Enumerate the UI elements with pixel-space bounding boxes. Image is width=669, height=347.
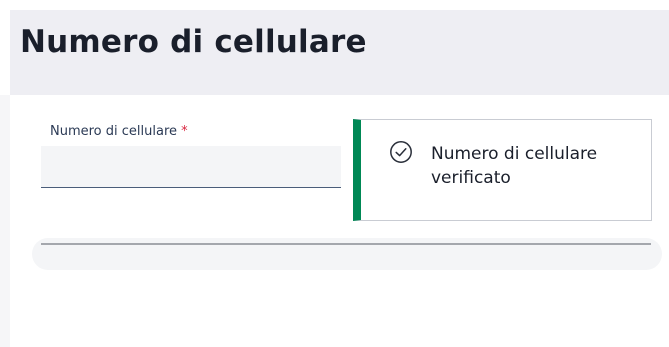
- left-margin: [0, 95, 10, 347]
- notice-message: Numero di cellulare verificato: [431, 144, 598, 188]
- phone-number-input[interactable]: [41, 146, 341, 188]
- verification-notice: Numero di cellulare verificato: [353, 119, 652, 221]
- phone-field-label: Numero di cellulare *: [50, 124, 188, 139]
- required-marker: *: [181, 124, 188, 139]
- divider: [41, 243, 651, 245]
- check-circle-icon: [389, 140, 413, 164]
- page-title: Numero di cellulare: [20, 24, 367, 60]
- page-header: Numero di cellulare: [10, 10, 669, 95]
- phone-field-label-text: Numero di cellulare: [50, 124, 178, 139]
